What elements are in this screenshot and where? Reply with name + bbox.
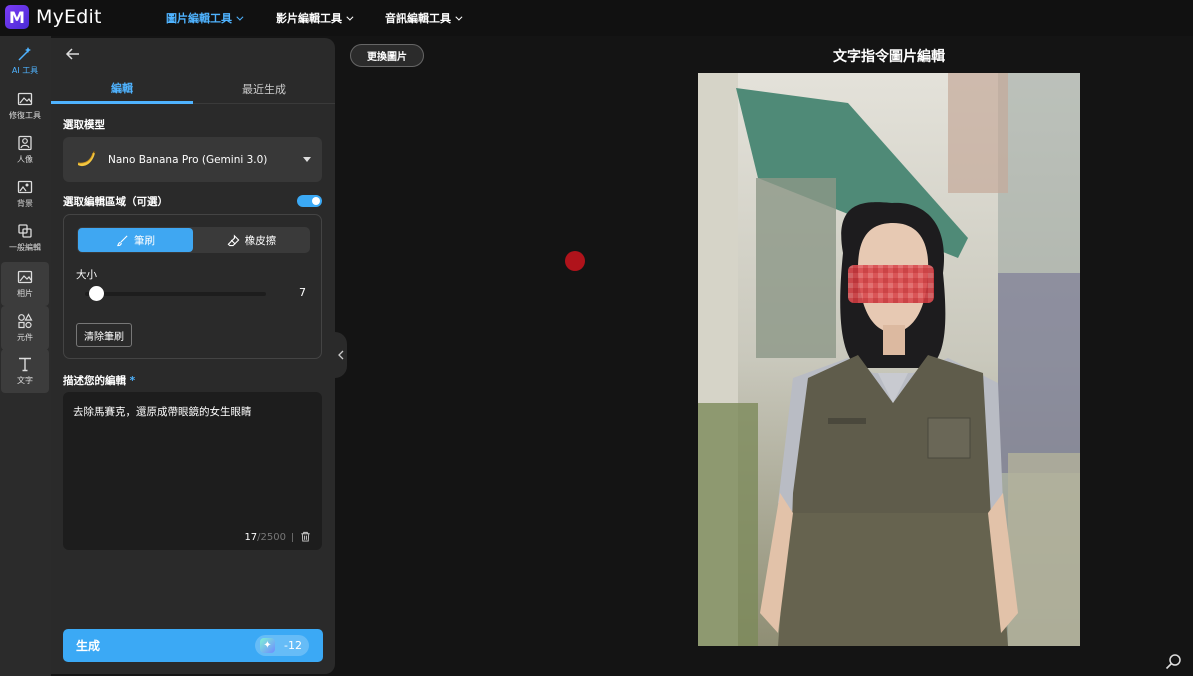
rail-label: 相片 — [17, 289, 33, 298]
rail-label: 文字 — [17, 376, 33, 385]
rail-item-portrait[interactable]: 人像 — [1, 128, 49, 172]
portrait-icon — [18, 135, 32, 151]
top-bar: M MyEdit 圖片編輯工具 影片編輯工具 音訊編輯工具 — [0, 0, 1193, 36]
nav-image-tools-label: 圖片編輯工具 — [166, 12, 232, 25]
eraser-label: 橡皮擦 — [244, 234, 277, 247]
size-slider-handle[interactable] — [89, 286, 104, 301]
description-label-text: 描述您的編輯 — [63, 375, 126, 387]
description-label: 描述您的編輯 * — [63, 373, 135, 388]
canvas-title: 文字指令圖片編輯 — [833, 49, 945, 65]
edit-icon — [18, 224, 32, 238]
nav-audio-tools-label: 音訊編輯工具 — [385, 12, 451, 25]
credit-icon: ✦ — [260, 638, 275, 653]
back-arrow-icon[interactable] — [65, 46, 81, 62]
app-name: MyEdit — [36, 6, 102, 28]
nav-video-tools[interactable]: 影片編輯工具 — [276, 0, 354, 36]
chevron-left-icon — [338, 350, 344, 360]
rail-label: 人像 — [17, 155, 33, 164]
chevron-down-icon — [236, 13, 244, 21]
model-value: Nano Banana Pro (Gemini 3.0) — [108, 153, 268, 166]
rail-item-ai-tools[interactable]: AI 工具 — [1, 39, 49, 83]
char-count: 17 — [244, 532, 258, 543]
divider — [292, 533, 293, 542]
brush-label: 筆刷 — [134, 234, 155, 247]
size-value: 7 — [299, 286, 306, 299]
model-select[interactable]: Nano Banana Pro (Gemini 3.0) — [63, 137, 322, 182]
rail-item-elements[interactable]: 元件 — [1, 306, 49, 350]
generate-button[interactable]: 生成 ✦ -12 — [63, 629, 323, 662]
area-label: 選取編輯區域（可選） — [63, 196, 168, 208]
nav-video-tools-label: 影片編輯工具 — [276, 12, 342, 25]
rail-label: AI 工具 — [11, 66, 39, 75]
brush-button[interactable]: 筆刷 — [78, 228, 193, 252]
description-text: 去除馬賽克，還原成帶眼鏡的女生眼睛 — [73, 406, 252, 418]
trash-icon[interactable] — [300, 531, 311, 542]
edit-panel: 編輯 最近生成 選取模型 Nano Banana Pro (Gemini 3.0… — [51, 38, 335, 674]
text-icon — [19, 357, 31, 372]
ai-wand-icon — [18, 47, 31, 61]
panel-tabs: 編輯 最近生成 — [51, 74, 335, 104]
eraser-icon — [227, 234, 240, 246]
description-textarea[interactable]: 去除馬賽克，還原成帶眼鏡的女生眼睛 17/2500 — [63, 392, 322, 550]
logo-mark-icon: M — [5, 5, 29, 29]
toggle-knob — [312, 197, 320, 205]
rail-label: 元件 — [17, 333, 33, 342]
brush-icon — [117, 234, 128, 246]
size-slider-track[interactable] — [85, 292, 266, 296]
collapse-panel-button[interactable] — [335, 332, 347, 378]
tab-recent[interactable]: 最近生成 — [193, 74, 335, 104]
zoom-search-icon[interactable] — [1165, 653, 1182, 670]
brush-cursor — [565, 251, 585, 271]
area-toggle[interactable] — [297, 195, 322, 207]
char-max: /2500 — [257, 532, 286, 543]
rail-item-general-edit[interactable]: 一般編輯 — [1, 216, 49, 260]
rail-label: 修復工具 — [9, 111, 41, 120]
image-fix-icon — [17, 92, 33, 106]
generate-label: 生成 — [76, 639, 101, 653]
rail-item-photo[interactable]: 相片 — [1, 262, 49, 306]
eraser-button[interactable]: 橡皮擦 — [194, 228, 309, 252]
rail-item-text[interactable]: 文字 — [1, 349, 49, 393]
shapes-icon — [18, 313, 33, 329]
nav-image-tools[interactable]: 圖片編輯工具 — [166, 0, 244, 36]
rail-label: 一般編輯 — [9, 243, 41, 252]
chevron-down-icon — [455, 13, 463, 21]
required-marker: * — [129, 375, 136, 387]
tool-rail: AI 工具 修復工具 人像 背景 一般編輯 相片 元件 文字 — [0, 36, 51, 676]
change-image-button[interactable]: 更換圖片 — [350, 44, 424, 67]
banana-icon — [77, 150, 96, 167]
background-icon — [17, 180, 33, 194]
brush-mode-segment: 筆刷 橡皮擦 — [77, 227, 310, 253]
rail-item-repair[interactable]: 修復工具 — [1, 84, 49, 128]
size-label: 大小 — [76, 269, 97, 281]
credit-cost: -12 — [284, 639, 302, 652]
rail-item-background[interactable]: 背景 — [1, 172, 49, 216]
rail-label: 背景 — [17, 199, 33, 208]
app-logo[interactable]: M MyEdit — [5, 5, 102, 29]
brush-settings-box: 筆刷 橡皮擦 大小 7 清除筆刷 — [63, 214, 322, 359]
photo-icon — [17, 270, 33, 284]
portrait-photo — [698, 73, 1080, 646]
nav-audio-tools[interactable]: 音訊編輯工具 — [385, 0, 463, 36]
chevron-down-icon — [346, 13, 354, 21]
char-counter: 17/2500 — [244, 532, 286, 543]
model-label: 選取模型 — [63, 119, 105, 131]
caret-down-icon — [303, 157, 311, 162]
credit-badge: ✦ -12 — [255, 635, 309, 656]
tab-edit[interactable]: 編輯 — [51, 74, 193, 104]
clear-brush-button[interactable]: 清除筆刷 — [76, 323, 132, 347]
edit-image[interactable] — [698, 73, 1080, 646]
